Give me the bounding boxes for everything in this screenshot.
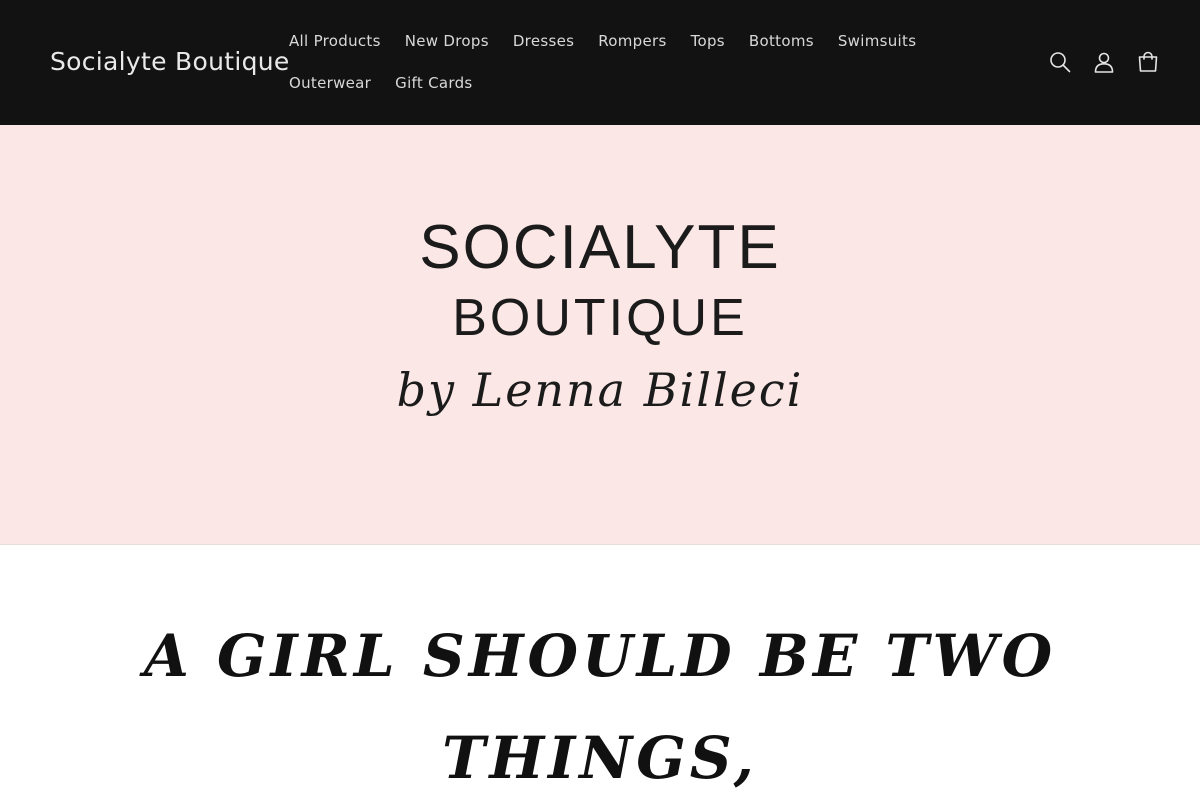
nav-bottoms[interactable]: Bottoms	[737, 20, 826, 62]
boutique-logo: SOCIALYTE BOUTIQUE by Lenna Billeci	[0, 213, 1200, 425]
cart-icon[interactable]	[1134, 40, 1162, 84]
account-icon[interactable]	[1090, 40, 1118, 84]
hero-banner: SOCIALYTE BOUTIQUE by Lenna Billeci	[0, 125, 1200, 545]
quote-heading: A GIRL SHOULD BE TWO THINGS,	[0, 605, 1200, 809]
site-header: Socialyte Boutique All Products New Drop…	[0, 0, 1200, 125]
logo-line-boutique: BOUTIQUE	[452, 289, 748, 347]
nav-new-drops[interactable]: New Drops	[393, 20, 501, 62]
main-nav: All Products New Drops Dresses Rompers T…	[277, 20, 977, 104]
brand-link[interactable]: Socialyte Boutique	[50, 44, 290, 80]
nav-tops[interactable]: Tops	[679, 20, 737, 62]
search-icon[interactable]	[1046, 40, 1074, 84]
header-icons	[1046, 40, 1162, 84]
nav-gift-cards[interactable]: Gift Cards	[383, 62, 484, 104]
logo-signature: by Lenna Billeci	[396, 363, 804, 417]
nav-swimsuits[interactable]: Swimsuits	[826, 20, 928, 62]
logo-line-socialyte: SOCIALYTE	[419, 213, 781, 282]
quote-line-2: THINGS,	[442, 724, 758, 792]
nav-outerwear[interactable]: Outerwear	[277, 62, 383, 104]
nav-dresses[interactable]: Dresses	[501, 20, 586, 62]
quote-line-1: A GIRL SHOULD BE TWO	[143, 622, 1057, 690]
nav-rompers[interactable]: Rompers	[586, 20, 678, 62]
nav-all-products[interactable]: All Products	[277, 20, 393, 62]
